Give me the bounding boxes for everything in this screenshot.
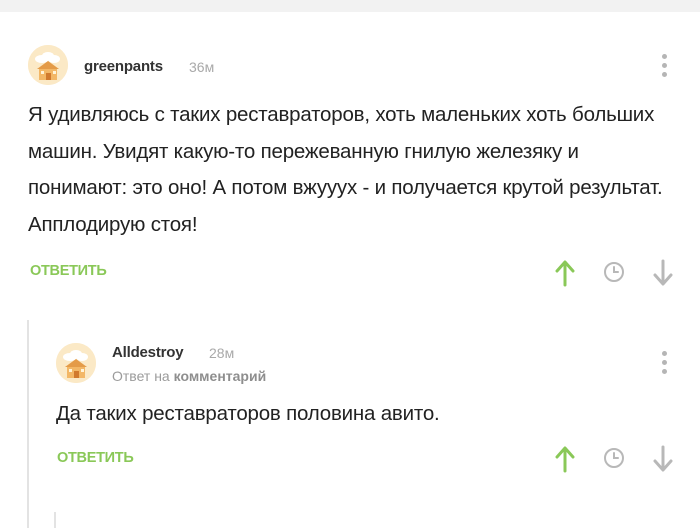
avatar[interactable] [56, 343, 96, 383]
username[interactable]: greenpants [84, 58, 163, 75]
arrow-down-icon[interactable] [653, 259, 673, 287]
reply-button[interactable]: ОТВЕТИТЬ [57, 450, 134, 466]
username[interactable]: Alldestroy [112, 344, 184, 361]
top-bar [0, 0, 700, 12]
thread-line[interactable] [27, 320, 29, 528]
more-vertical-icon[interactable] [659, 54, 669, 80]
more-vertical-icon[interactable] [659, 351, 669, 377]
reply-to-link[interactable]: комментарий [174, 368, 267, 384]
clock-icon[interactable] [603, 261, 625, 283]
reply-button[interactable]: ОТВЕТИТЬ [30, 263, 107, 279]
comment-time[interactable]: 28м [209, 345, 234, 361]
comment-time[interactable]: 36м [189, 59, 214, 75]
avatar[interactable] [28, 45, 68, 85]
arrow-up-icon[interactable] [555, 259, 575, 287]
arrow-down-icon[interactable] [653, 445, 673, 473]
clock-icon[interactable] [603, 447, 625, 469]
reply-to-info: Ответ на комментарий [112, 368, 266, 384]
nested-thread-line[interactable] [54, 512, 56, 528]
arrow-up-icon[interactable] [555, 445, 575, 473]
comment-text: Да таких реставраторов половина авито. [56, 402, 440, 425]
avatar-house-icon [28, 45, 68, 85]
avatar-house-icon [56, 343, 96, 383]
comment-text: Я удивляюсь с таких реставраторов, хоть … [28, 103, 663, 236]
reply-to-prefix: Ответ на [112, 368, 170, 384]
